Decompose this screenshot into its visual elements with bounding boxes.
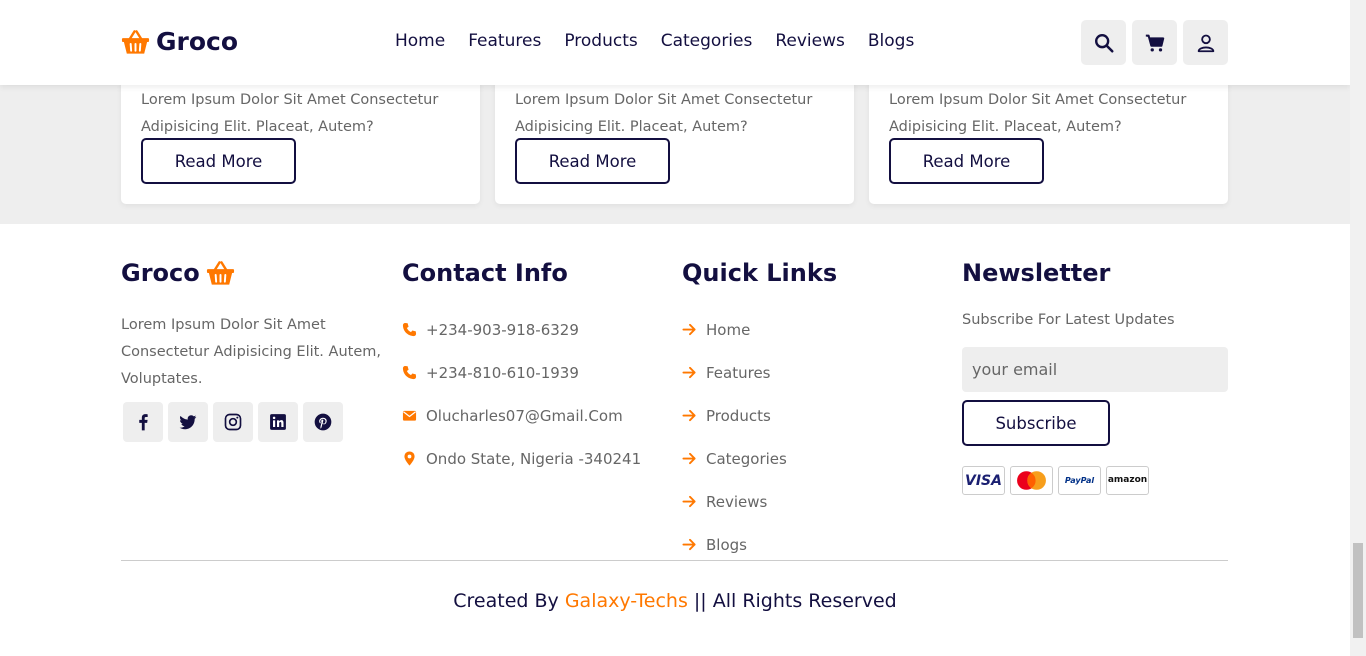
quick-link-reviews[interactable]: Reviews [682, 480, 932, 523]
nav-categories[interactable]: Categories [661, 31, 753, 51]
social-links [123, 402, 391, 442]
site-footer: Groco Lorem Ipsum Dolor Sit Amet Consect… [0, 224, 1350, 656]
logo-text: Groco [156, 27, 239, 56]
arrow-right-icon [682, 366, 696, 379]
quick-links-title: Quick Links [682, 259, 838, 287]
paypal-logo: PayPal [1058, 466, 1101, 495]
quick-link-products[interactable]: Products [682, 394, 932, 437]
twitter-link[interactable] [168, 402, 208, 442]
nav-products[interactable]: Products [564, 31, 637, 51]
quick-link-categories[interactable]: Categories [682, 437, 932, 480]
twitter-icon [179, 415, 197, 430]
nav-blogs[interactable]: Blogs [868, 31, 914, 51]
cart-icon [1145, 34, 1164, 52]
arrow-right-icon [682, 538, 696, 551]
footer-about-text: Lorem Ipsum Dolor Sit Amet Consectetur A… [121, 317, 381, 387]
nav-reviews[interactable]: Reviews [775, 31, 845, 51]
mastercard-logo [1010, 466, 1053, 495]
blog-card-text: Lorem Ipsum Dolor Sit Amet Consectetur A… [515, 92, 813, 135]
newsletter-text: Subscribe For Latest Updates [962, 312, 1175, 328]
contact-list: +234-903-918-6329 +234-810-610-1939 Oluc… [402, 308, 672, 480]
credit-brand-link[interactable]: Galaxy-Techs [565, 590, 688, 612]
user-button[interactable] [1183, 20, 1228, 65]
footer-quick-links: Quick Links Home Features Products Categ… [682, 258, 932, 566]
footer-brand-text: Groco [121, 259, 200, 287]
logo[interactable]: Groco [121, 27, 238, 56]
page-scrollbar[interactable] [1350, 0, 1366, 656]
map-marker-icon [404, 451, 415, 466]
quick-link-label: Blogs [706, 535, 747, 554]
footer-contact: Contact Info +234-903-918-6329 +234-810-… [402, 258, 672, 480]
arrow-right-icon [682, 409, 696, 422]
linkedin-link[interactable] [258, 402, 298, 442]
quick-link-features[interactable]: Features [682, 351, 932, 394]
search-button[interactable] [1081, 20, 1126, 65]
facebook-icon [139, 414, 148, 431]
quick-link-label: Categories [706, 449, 787, 468]
blog-card-text: Lorem Ipsum Dolor Sit Amet Consectetur A… [141, 92, 439, 135]
contact-email[interactable]: Olucharles07@Gmail.Com [402, 394, 672, 437]
email-input[interactable]: your email [962, 347, 1228, 392]
contact-address-text: Ondo State, Nigeria -340241 [426, 449, 642, 468]
search-icon [1094, 33, 1114, 53]
footer-brand-title: Groco [121, 258, 391, 288]
contact-phone-2[interactable]: +234-810-610-1939 [402, 351, 672, 394]
instagram-icon [224, 413, 242, 431]
contact-email-text: Olucharles07@Gmail.Com [426, 406, 623, 425]
header-icons [1081, 20, 1228, 65]
linkedin-icon [270, 414, 286, 430]
subscribe-button[interactable]: Subscribe [962, 400, 1110, 446]
footer-credit: Created By Galaxy-Techs || All Rights Re… [0, 590, 1350, 612]
payment-methods: VISA PayPal amazon [962, 466, 1228, 495]
read-more-button[interactable]: Read More [141, 138, 296, 184]
footer-divider [121, 560, 1228, 561]
facebook-link[interactable] [123, 402, 163, 442]
site-header: Groco Home Features Products Categories … [0, 0, 1350, 85]
credit-suffix: || All Rights Reserved [693, 590, 897, 612]
footer-newsletter: Newsletter Subscribe For Latest Updates … [962, 258, 1228, 495]
amazon-pay-logo: amazon [1106, 466, 1149, 495]
instagram-link[interactable] [213, 402, 253, 442]
cart-button[interactable] [1132, 20, 1177, 65]
mastercard-icon [1017, 471, 1046, 490]
pinterest-link[interactable] [303, 402, 343, 442]
pinterest-icon [314, 413, 332, 431]
contact-address[interactable]: Ondo State, Nigeria -340241 [402, 437, 672, 480]
quick-link-label: Features [706, 363, 771, 382]
phone-icon [402, 322, 417, 337]
quick-link-label: Home [706, 320, 751, 339]
main-nav: Home Features Products Categories Review… [395, 31, 937, 51]
visa-logo: VISA [962, 466, 1005, 495]
newsletter-title: Newsletter [962, 259, 1111, 287]
phone-icon [402, 365, 417, 380]
credit-prefix: Created By [453, 590, 559, 612]
basket-icon [206, 261, 234, 285]
contact-title: Contact Info [402, 259, 568, 287]
quick-links-list: Home Features Products Categories Review… [682, 308, 932, 566]
user-icon [1197, 34, 1214, 52]
amazon-pay-text: amazon [1107, 475, 1148, 485]
nav-features[interactable]: Features [468, 31, 541, 51]
scrollbar-thumb[interactable] [1353, 543, 1363, 638]
read-more-button[interactable]: Read More [515, 138, 670, 184]
blog-card-text: Lorem Ipsum Dolor Sit Amet Consectetur A… [889, 92, 1187, 135]
quick-link-label: Products [706, 406, 771, 425]
arrow-right-icon [682, 323, 696, 336]
nav-home[interactable]: Home [395, 31, 445, 51]
basket-icon [121, 29, 150, 54]
envelope-icon [402, 410, 417, 421]
contact-phone-1[interactable]: +234-903-918-6329 [402, 308, 672, 351]
arrow-right-icon [682, 452, 696, 465]
arrow-right-icon [682, 495, 696, 508]
contact-phone-1-text: +234-903-918-6329 [426, 320, 579, 339]
quick-link-home[interactable]: Home [682, 308, 932, 351]
footer-about: Groco Lorem Ipsum Dolor Sit Amet Consect… [121, 258, 391, 442]
contact-phone-2-text: +234-810-610-1939 [426, 363, 579, 382]
quick-link-label: Reviews [706, 492, 768, 511]
read-more-button[interactable]: Read More [889, 138, 1044, 184]
